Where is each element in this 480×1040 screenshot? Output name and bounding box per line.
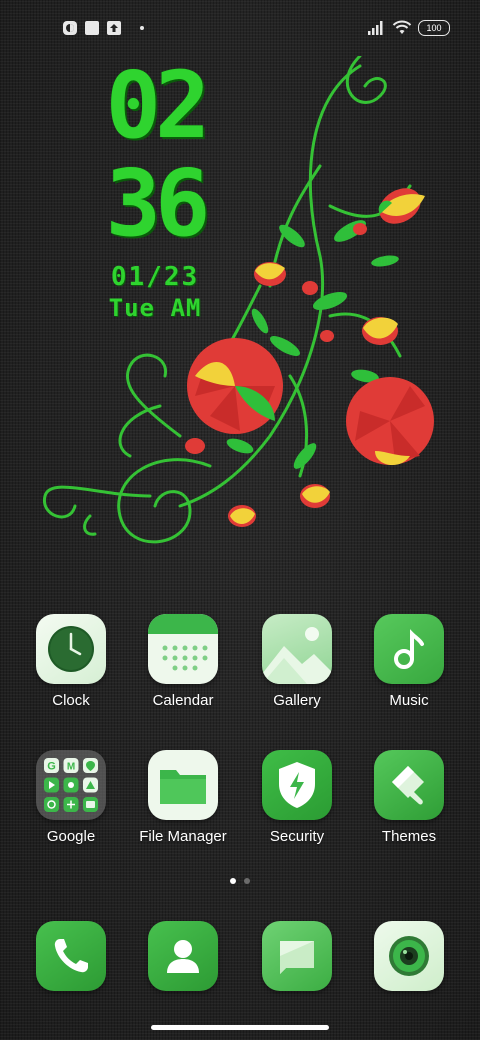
notification-icons — [62, 20, 144, 36]
clock-date: 01/23 — [110, 262, 200, 292]
app-google-folder[interactable]: G M Google — [16, 750, 126, 845]
status-bar: 100 — [62, 16, 450, 40]
system-icons: 100 — [366, 20, 450, 36]
square-notification-icon — [85, 21, 99, 35]
app-label: Clock — [52, 692, 90, 709]
app-label: Music — [389, 692, 429, 709]
svg-text:G: G — [47, 761, 56, 773]
app-clock[interactable]: Clock — [16, 614, 126, 709]
notification-app-icon — [63, 21, 77, 35]
music-note-icon — [374, 614, 444, 684]
app-themes[interactable]: Themes — [354, 750, 464, 845]
clock-widget[interactable]: 02 36 01/23 Tue AM — [92, 52, 218, 323]
svg-text:M: M — [67, 762, 75, 773]
clock-minutes: 36 — [105, 150, 211, 257]
app-calendar[interactable]: Calendar — [128, 614, 238, 709]
app-label: File Manager — [139, 828, 227, 845]
wifi-icon — [392, 20, 412, 34]
app-label: Themes — [381, 828, 437, 845]
contact-icon — [148, 921, 218, 991]
message-icon — [262, 921, 332, 991]
shield-bolt-icon — [262, 750, 332, 820]
app-music[interactable]: Music — [354, 614, 464, 709]
app-gallery[interactable]: Gallery — [242, 614, 352, 709]
clock-icon — [36, 614, 106, 684]
signal-icon — [368, 21, 383, 35]
camera-icon — [374, 921, 444, 991]
battery-icon: 100 — [418, 20, 450, 36]
page-dot[interactable] — [244, 878, 250, 884]
app-label: Google — [46, 828, 96, 845]
upload-notification-icon — [107, 21, 121, 35]
dock-contacts[interactable] — [128, 921, 238, 991]
phone-icon — [36, 921, 106, 991]
app-label: Security — [269, 828, 325, 845]
clock-day: Tue AM — [108, 294, 202, 322]
dock-camera[interactable] — [354, 921, 464, 991]
calendar-icon — [148, 614, 218, 684]
gallery-icon — [262, 614, 332, 684]
paint-brush-icon — [374, 750, 444, 820]
home-indicator-bar[interactable] — [151, 1025, 329, 1030]
app-file-manager[interactable]: File Manager — [128, 750, 238, 845]
clock-hours: 02 — [105, 52, 211, 159]
app-label: Gallery — [273, 692, 321, 709]
dock-phone[interactable] — [16, 921, 126, 991]
page-dot-active[interactable] — [230, 878, 236, 884]
dock-messages[interactable] — [242, 921, 352, 991]
app-label: Calendar — [152, 692, 214, 709]
app-security[interactable]: Security — [242, 750, 352, 845]
page-indicator[interactable] — [0, 878, 480, 884]
dot-indicator — [140, 26, 144, 30]
folder-icon — [148, 750, 218, 820]
google-folder-icon: G M — [36, 750, 106, 820]
